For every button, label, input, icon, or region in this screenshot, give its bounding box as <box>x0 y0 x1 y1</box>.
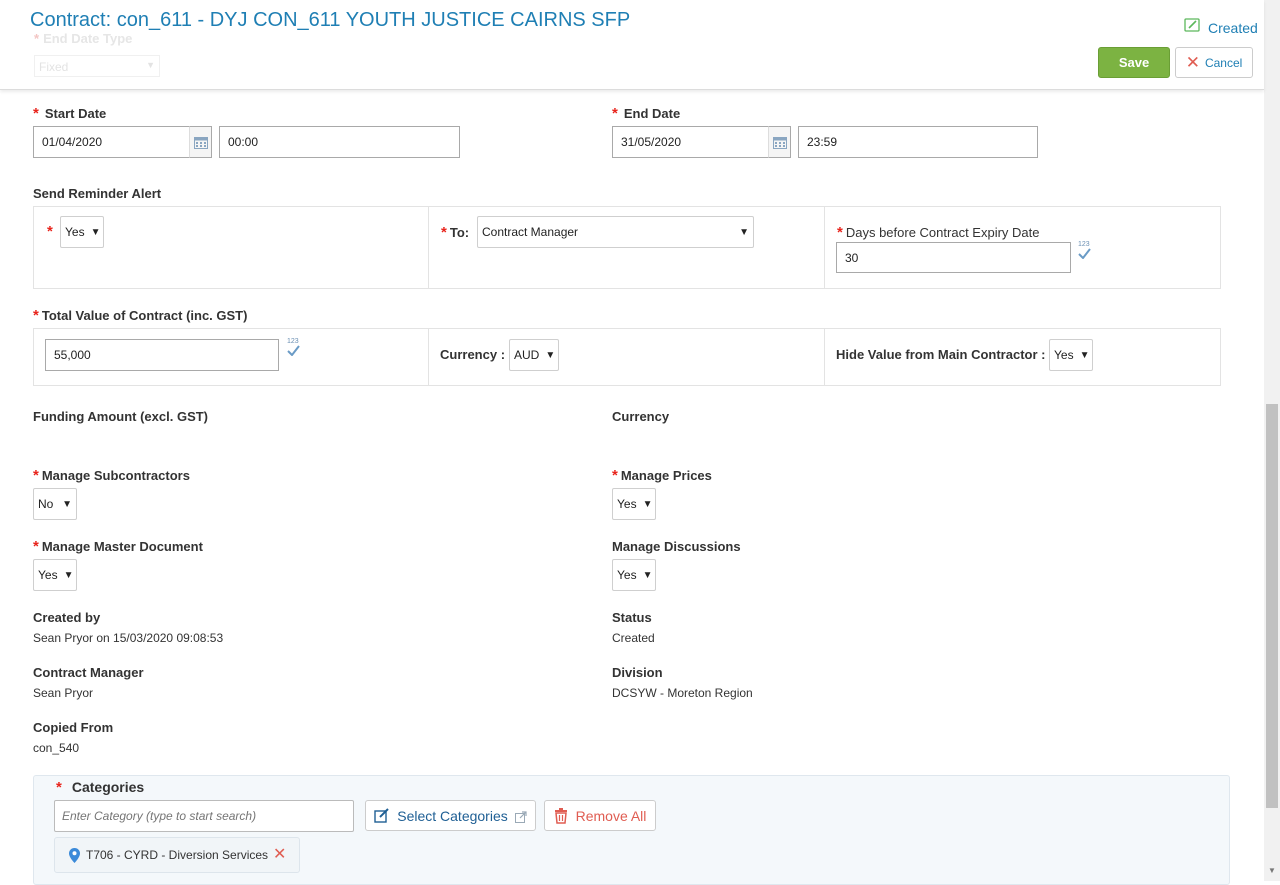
days-before-input[interactable]: 30 <box>836 242 1071 273</box>
calendar-icon[interactable] <box>768 126 791 158</box>
manage-discussions-select[interactable]: Yes ▼ <box>612 559 656 591</box>
created-by-label: Created by <box>33 610 101 625</box>
chevron-down-icon: ▼ <box>63 569 74 581</box>
numeric-check-icon: 123 <box>286 338 302 360</box>
chevron-down-icon: ▼ <box>62 498 72 510</box>
manage-master-document-select[interactable]: Yes ▼ <box>33 559 77 591</box>
hide-value-label: Hide Value from Main Contractor : <box>836 347 1046 362</box>
end-time-input[interactable]: 23:59 <box>798 126 1038 158</box>
close-icon: ✕ <box>1185 53 1200 72</box>
division-value: DCSYW - Moreton Region <box>612 686 753 700</box>
required-marker: * <box>47 223 53 240</box>
start-date-input[interactable]: 01/04/2020 <box>33 126 190 158</box>
categories-label: * Categories <box>56 779 145 796</box>
currency-label: Currency : <box>440 347 506 362</box>
reminder-to-select[interactable]: Contract Manager ▼ <box>477 216 754 248</box>
save-button[interactable]: Save <box>1098 47 1170 78</box>
edit-icon <box>374 808 390 823</box>
copied-from-value: con_540 <box>33 741 80 755</box>
start-time-input[interactable]: 00:00 <box>219 126 460 158</box>
manage-discussions-label: Manage Discussions <box>612 539 741 554</box>
end-date-input[interactable]: 31/05/2020 <box>612 126 769 158</box>
manage-prices-select[interactable]: Yes ▼ <box>612 488 656 520</box>
cancel-button[interactable]: ✕ Cancel <box>1175 47 1253 78</box>
calendar-icon[interactable] <box>189 126 212 158</box>
chevron-down-icon: ▼ <box>545 349 556 361</box>
remove-all-button[interactable]: Remove All <box>544 800 656 831</box>
category-tag: T706 - CYRD - Diversion Services ✕ <box>54 837 300 873</box>
chevron-down-icon: ▼ <box>90 226 101 238</box>
page-title: Contract: con_611 - DYJ CON_611 YOUTH JU… <box>30 9 631 31</box>
reminder-label: Send Reminder Alert <box>33 186 162 201</box>
chevron-down-icon: ▼ <box>739 226 749 238</box>
contract-manager-value: Sean Pryor <box>33 686 94 700</box>
reminder-to-label: * To: <box>441 224 470 241</box>
remove-tag-icon[interactable]: ✕ <box>273 847 286 863</box>
total-value-input[interactable]: 55,000 <box>45 339 279 371</box>
status-value: Created <box>612 631 655 645</box>
start-date-label: * Start Date <box>33 105 107 122</box>
map-pin-icon <box>69 847 80 863</box>
select-categories-button[interactable]: Select Categories <box>365 800 536 831</box>
status-indicator: Created <box>1184 14 1258 36</box>
copied-from-label: Copied From <box>33 720 114 735</box>
manage-subcontractors-label: * Manage Subcontractors <box>33 467 190 484</box>
total-value-label: * Total Value of Contract (inc. GST) <box>33 307 248 324</box>
chevron-down-icon: ▼ <box>642 498 653 510</box>
external-link-icon <box>514 810 527 823</box>
manage-prices-label: * Manage Prices <box>612 467 712 484</box>
category-search-input[interactable] <box>54 800 354 832</box>
category-search-field[interactable] <box>55 801 353 831</box>
funding-amount-label: Funding Amount (excl. GST) <box>33 409 209 424</box>
currency-select[interactable]: AUD ▼ <box>509 339 559 371</box>
contract-manager-label: Contract Manager <box>33 665 144 680</box>
manage-subcontractors-select[interactable]: No ▼ <box>33 488 77 520</box>
reminder-enabled-select[interactable]: Yes ▼ <box>60 216 104 248</box>
trash-icon <box>554 807 568 824</box>
funding-currency-label: Currency <box>612 409 670 424</box>
ghost-field-label: * End Date Type <box>34 31 133 46</box>
status-text: Created <box>1208 20 1258 36</box>
ghost-field-value: Fixed ▼ <box>34 55 160 77</box>
numeric-check-icon: 123 <box>1077 241 1093 263</box>
end-date-label: * End Date <box>612 105 681 122</box>
division-label: Division <box>612 665 663 680</box>
created-by-value: Sean Pryor on 15/03/2020 09:08:53 <box>33 631 224 645</box>
category-tag-label: T706 - CYRD - Diversion Services <box>86 848 269 862</box>
hide-value-select[interactable]: Yes ▼ <box>1049 339 1093 371</box>
status-label: Status <box>612 610 652 625</box>
header-bar: * End Date Type Fixed ▼ Contract: con_611 … <box>0 0 1264 90</box>
edit-icon <box>1184 17 1201 33</box>
chevron-down-icon: ▼ <box>642 569 653 581</box>
scroll-down-arrow[interactable]: ▼ <box>1268 866 1276 875</box>
manage-master-document-label: * Manage Master Document <box>33 538 203 555</box>
chevron-down-icon: ▼ <box>1079 349 1090 361</box>
scrollbar-thumb[interactable] <box>1266 404 1278 808</box>
days-before-label: * Days before Contract Expiry Date <box>837 224 1040 241</box>
